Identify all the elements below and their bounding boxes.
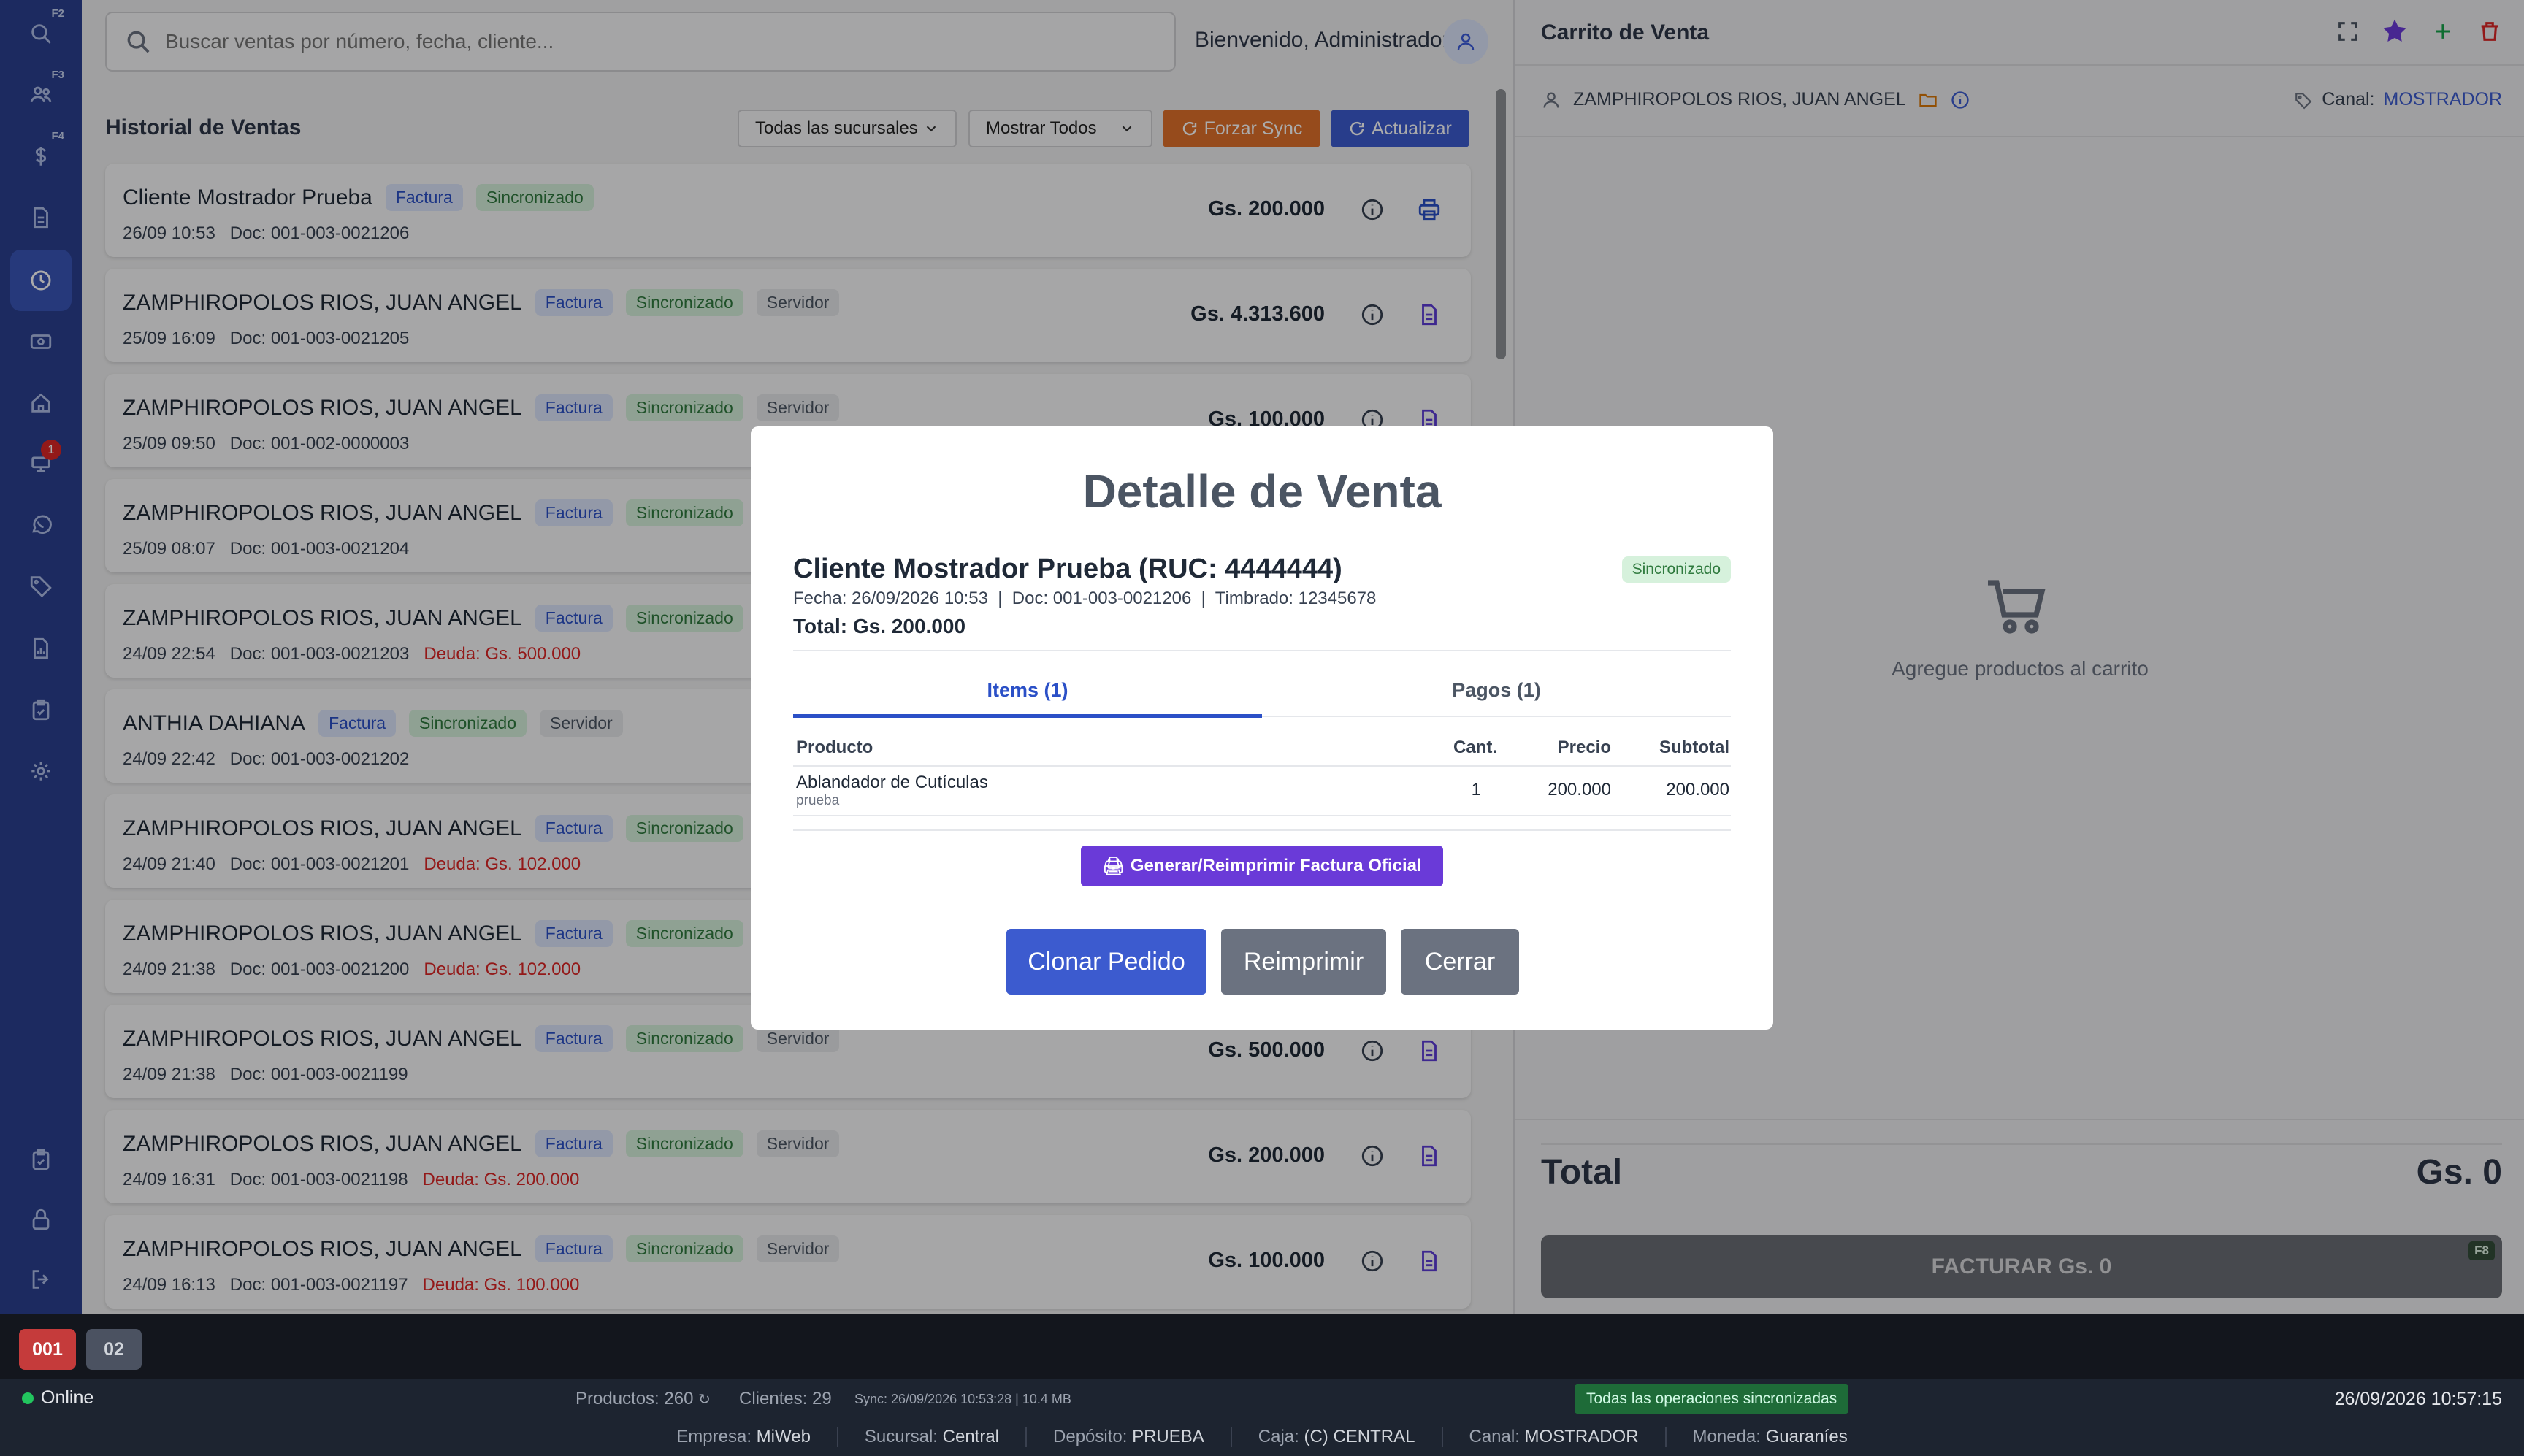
sync-info: Sync: 26/09/2026 10:53:28 | 10.4 MB — [854, 1392, 1071, 1406]
tab-payments[interactable]: Pagos (1) — [1262, 679, 1731, 702]
column-header: Subtotal — [1659, 737, 1729, 757]
products-count: Productos: 260 ↻ — [575, 1389, 711, 1409]
products-count-text: Productos: 260 — [575, 1389, 694, 1409]
datetime: 26/09/2026 10:57:15 — [2334, 1389, 2502, 1409]
item-subtotal: 200.000 — [1666, 780, 1729, 800]
generate-invoice-label: Generar/Reimprimir Factura Oficial — [1130, 856, 1422, 875]
deposit-info: Depósito: PRUEBA — [1025, 1427, 1231, 1447]
register-info: Caja: (C) CENTRAL — [1230, 1427, 1442, 1447]
generate-invoice-button[interactable]: 🖨 Generar/Reimprimir Factura Oficial — [1081, 846, 1443, 886]
close-button[interactable]: Cerrar — [1401, 929, 1519, 995]
modal-title: Detalle de Venta — [1082, 465, 1442, 518]
sale-detail-modal: Detalle de Venta Cliente Mostrador Prueb… — [751, 426, 1773, 1030]
divider — [793, 829, 1731, 831]
online-label: Online — [41, 1387, 94, 1408]
sync-status-badge: Todas las operaciones sincronizadas — [1575, 1384, 1849, 1414]
modal-client: Cliente Mostrador Prueba (RUC: 4444444) — [793, 553, 1342, 584]
online-dot — [22, 1392, 34, 1404]
refresh-icon[interactable]: ↻ — [698, 1392, 711, 1408]
tab-active-indicator — [793, 714, 1262, 718]
printer-icon: 🖨 — [1102, 856, 1125, 876]
reprint-button[interactable]: Reimprimir — [1221, 929, 1386, 995]
branch-info: Sucursal: Central — [836, 1427, 1025, 1447]
company-info: Empresa: MiWeb — [676, 1427, 811, 1447]
divider — [793, 815, 1731, 816]
divider — [793, 650, 1731, 651]
order-tab-001[interactable]: 001 — [19, 1329, 76, 1370]
online-status: Online — [22, 1387, 93, 1409]
sale-meta: Fecha: 26/09/2026 10:53 | Doc: 001-003-0… — [793, 589, 1377, 608]
sale-total: Total: Gs. 200.000 — [793, 615, 966, 637]
clients-count: Clientes: 29 — [739, 1389, 832, 1409]
order-tabs-bar — [0, 1314, 2524, 1379]
tab-items[interactable]: Items (1) — [793, 679, 1262, 702]
order-tab-02[interactable]: 02 — [86, 1329, 142, 1370]
clone-order-button[interactable]: Clonar Pedido — [1006, 929, 1206, 995]
status-badge: Sincronizado — [1621, 556, 1731, 583]
divider — [793, 765, 1731, 767]
currency-info: Moneda: Guaraníes — [1664, 1427, 1874, 1447]
channel-info: Canal: MOSTRADOR — [1441, 1427, 1665, 1447]
session-info: Empresa: MiWeb Sucursal: Central Depósit… — [0, 1427, 2524, 1447]
